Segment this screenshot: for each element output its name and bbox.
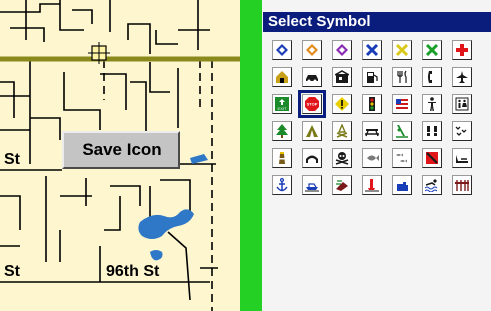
- map-view[interactable]: St St 96th St Save Icon: [0, 0, 240, 311]
- tent-icon: [306, 125, 318, 137]
- birds-icon: [455, 126, 467, 136]
- cross-red-icon: [456, 44, 468, 56]
- symbol-x-blue[interactable]: [362, 40, 382, 60]
- picnic-table-icon: [365, 129, 379, 137]
- bridge-icon: [306, 155, 318, 163]
- car-icon: [306, 75, 318, 83]
- dock-icon: [455, 180, 469, 191]
- symbol-x-green[interactable]: [422, 40, 442, 60]
- symbol-bridge[interactable]: [302, 148, 322, 168]
- tree-icon: [276, 124, 288, 138]
- restaurant-icon: [397, 70, 407, 83]
- x-yellow-icon: [395, 43, 409, 57]
- symbol-fish[interactable]: [362, 148, 382, 168]
- symbol-diamond-purple[interactable]: [332, 40, 352, 60]
- symbol-airplane[interactable]: [452, 67, 472, 87]
- svg-text:STOP: STOP: [307, 102, 318, 107]
- divider-bar: [240, 0, 262, 311]
- symbol-diamond-blue[interactable]: [272, 40, 292, 60]
- boat-blue-icon: [397, 182, 408, 191]
- warning-icon: [335, 97, 349, 111]
- symbol-restroom[interactable]: [452, 94, 472, 114]
- person-icon: [428, 97, 436, 111]
- symbol-boat-ramp[interactable]: [452, 148, 472, 168]
- x-blue-icon: [365, 43, 379, 57]
- symbol-swimmer[interactable]: [422, 175, 442, 195]
- save-icon-button[interactable]: Save Icon: [62, 131, 180, 169]
- skull-crossbones-icon: [335, 152, 349, 165]
- symbol-picnic-table[interactable]: [362, 121, 382, 141]
- x-green-icon: [425, 43, 439, 57]
- symbol-birds[interactable]: [452, 121, 472, 141]
- symbol-boat-blue[interactable]: [392, 175, 412, 195]
- boat-icon: [305, 183, 319, 192]
- symbol-shipwreck[interactable]: [332, 175, 352, 195]
- symbol-no-entry[interactable]: [422, 148, 442, 168]
- symbol-lighthouse[interactable]: [272, 148, 292, 168]
- campfire-icon: [336, 124, 348, 138]
- fish-school-icon: [396, 153, 407, 163]
- buoy-icon: [365, 179, 379, 192]
- panel-title: Select Symbol: [263, 12, 491, 32]
- symbol-gas-station[interactable]: [332, 67, 352, 87]
- fuel-pump-icon: [367, 72, 378, 83]
- exit-sign-icon: EXIT: [275, 97, 289, 111]
- street-label: St: [4, 263, 20, 280]
- airplane-icon: [456, 71, 468, 83]
- svg-text:EXIT: EXIT: [278, 106, 287, 111]
- diamond-purple-icon: [336, 44, 348, 56]
- stop-sign-icon: STOP: [305, 97, 319, 111]
- symbol-dock[interactable]: [452, 175, 472, 195]
- no-entry-icon: [426, 152, 438, 164]
- symbol-cross-red[interactable]: [452, 40, 472, 60]
- symbol-fuel-pump[interactable]: [362, 67, 382, 87]
- symbol-campfire[interactable]: [332, 121, 352, 141]
- symbol-traffic-light[interactable]: [362, 94, 382, 114]
- flag-usa-icon: [396, 99, 408, 109]
- diamond-orange-icon: [306, 44, 318, 56]
- phone-icon: [428, 71, 432, 83]
- symbol-diamond-orange[interactable]: [302, 40, 322, 60]
- symbol-fishing[interactable]: [392, 121, 412, 141]
- symbol-skull-crossbones[interactable]: [332, 148, 352, 168]
- street-label: St: [4, 151, 20, 168]
- symbol-flag-usa[interactable]: [392, 94, 412, 114]
- symbol-warning[interactable]: [332, 94, 352, 114]
- traffic-light-icon: [369, 97, 375, 111]
- symbol-tree[interactable]: [272, 121, 292, 141]
- symbol-buoy[interactable]: [362, 175, 382, 195]
- street-label: 96th St: [106, 263, 160, 280]
- symbol-exit-sign[interactable]: EXIT: [272, 94, 292, 114]
- swimmer-icon: [425, 179, 438, 192]
- diamond-blue-icon: [276, 44, 288, 56]
- symbol-restaurant[interactable]: [392, 67, 412, 87]
- symbol-tracks[interactable]: [422, 121, 442, 141]
- symbol-x-yellow[interactable]: [392, 40, 412, 60]
- symbol-house[interactable]: [272, 67, 292, 87]
- house-icon: [276, 71, 288, 83]
- boat-ramp-icon: [456, 155, 468, 163]
- symbol-stop-sign[interactable]: STOP: [298, 90, 326, 118]
- symbol-boat[interactable]: [302, 175, 322, 195]
- fish-icon: [367, 155, 379, 161]
- symbol-phone[interactable]: [422, 67, 442, 87]
- symbol-person[interactable]: [422, 94, 442, 114]
- symbol-anchor[interactable]: [272, 175, 292, 195]
- tracks-icon: [427, 126, 437, 136]
- symbol-tent[interactable]: [302, 121, 322, 141]
- shipwreck-icon: [336, 180, 348, 191]
- anchor-icon: [276, 178, 288, 192]
- symbol-car[interactable]: [302, 67, 322, 87]
- symbol-fish-school[interactable]: [392, 148, 412, 168]
- fishing-icon: [396, 125, 408, 138]
- gas-station-icon: [335, 70, 349, 83]
- lighthouse-icon: [279, 152, 285, 164]
- restroom-icon: [455, 97, 469, 111]
